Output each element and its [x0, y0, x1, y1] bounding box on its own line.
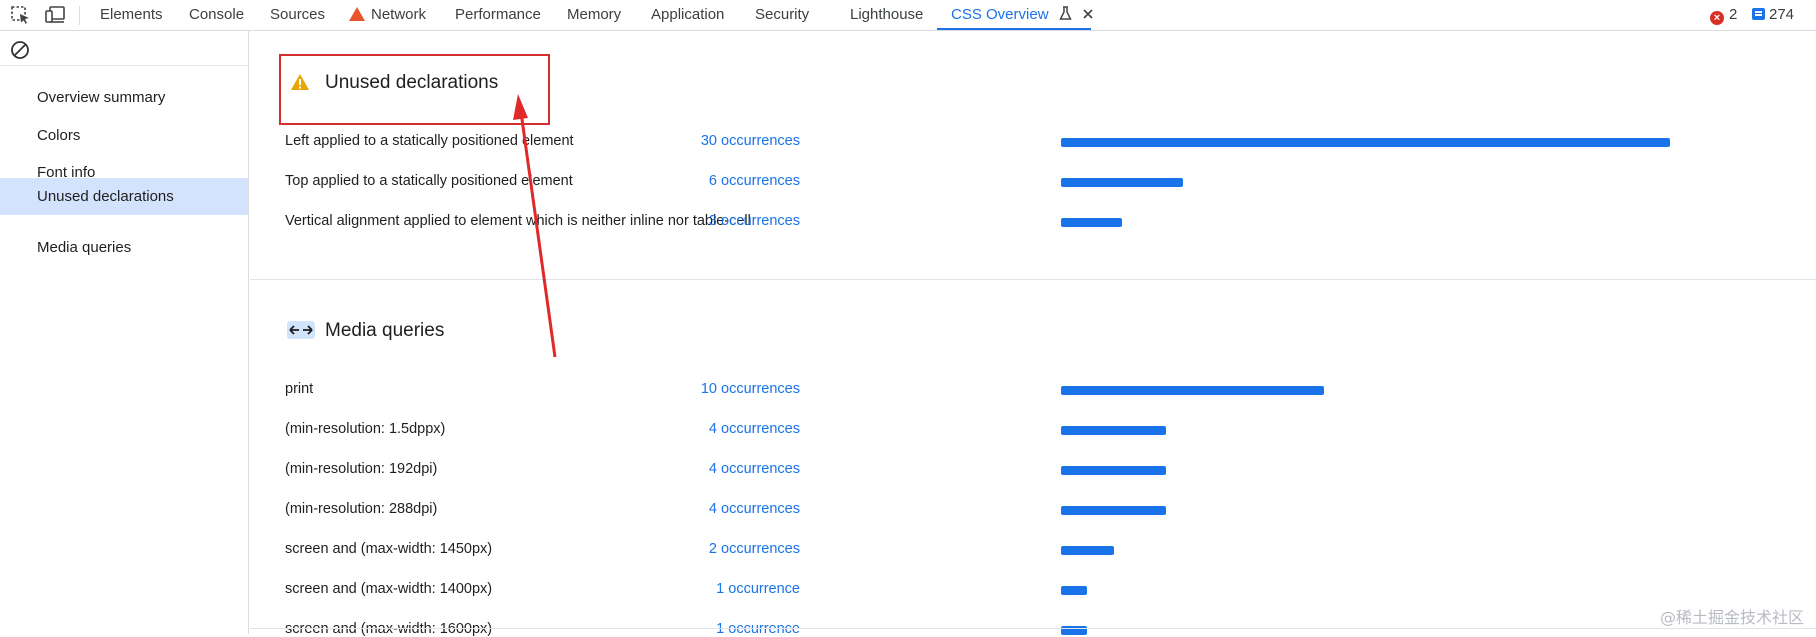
- media-row-bar: [1061, 506, 1166, 515]
- media-row-label: (min-resolution: 1.5dppx): [285, 421, 446, 437]
- media-row-bar: [1061, 546, 1114, 555]
- unused-row-label: Left applied to a statically positioned …: [285, 133, 574, 149]
- media-row-occurrences-link[interactable]: 4 occurrences: [709, 421, 800, 437]
- network-warning-icon: [349, 7, 365, 21]
- experiment-flask-icon: [1058, 6, 1072, 20]
- media-queries-icon: [287, 321, 315, 339]
- annotation-highlight-box: [279, 54, 550, 125]
- tab-application[interactable]: Application: [651, 0, 724, 30]
- media-row-occurrences-link[interactable]: 1 occurrence: [716, 621, 800, 637]
- error-count: 2: [1729, 6, 1738, 23]
- error-icon: ×: [1710, 11, 1724, 25]
- device-toolbar-icon[interactable]: [44, 5, 66, 25]
- inspect-element-icon[interactable]: [10, 5, 32, 25]
- active-tab-indicator: [937, 28, 1091, 30]
- css-overview-sidebar: Overview summary Colors Font info Unused…: [0, 31, 249, 634]
- tab-network-label: Network: [371, 6, 427, 23]
- sidebar-item-media-queries[interactable]: Media queries: [0, 229, 248, 266]
- unused-row-occurrences-link[interactable]: 30 occurrences: [701, 133, 800, 149]
- media-row-bar: [1061, 386, 1324, 395]
- message-count: 274: [1769, 6, 1795, 23]
- message-icon: [1752, 8, 1765, 20]
- tab-security[interactable]: Security: [755, 0, 809, 30]
- media-queries-title: Media queries: [325, 320, 445, 341]
- tab-network[interactable]: Network: [349, 0, 426, 30]
- media-row-label: (min-resolution: 192dpi): [285, 461, 438, 477]
- media-row-label: screen and (max-width: 1450px): [285, 541, 493, 557]
- unused-row-label: Vertical alignment applied to element wh…: [285, 213, 751, 229]
- devtools-tab-bar: Elements Console Sources Network Perform…: [0, 0, 1816, 31]
- clear-overview-icon[interactable]: [9, 39, 31, 61]
- tab-css-overview[interactable]: CSS Overview: [951, 0, 1094, 30]
- media-row-bar: [1061, 426, 1166, 435]
- media-row-occurrences-link[interactable]: 2 occurrences: [709, 541, 800, 557]
- media-row-bar: [1061, 586, 1087, 595]
- media-row-label: screen and (max-width: 1400px): [285, 581, 493, 597]
- media-row-occurrences-link[interactable]: 10 occurrences: [701, 381, 800, 397]
- media-row-occurrences-link[interactable]: 4 occurrences: [709, 461, 800, 477]
- toolbar-divider: [79, 6, 80, 25]
- media-row-occurrences-link[interactable]: 1 occurrence: [716, 581, 800, 597]
- sidebar-item-overview-summary[interactable]: Overview summary: [0, 79, 248, 116]
- sidebar-item-colors[interactable]: Colors: [0, 117, 248, 154]
- media-row-occurrences-link[interactable]: 4 occurrences: [709, 501, 800, 517]
- tab-memory[interactable]: Memory: [567, 0, 621, 30]
- unused-row-bar: [1061, 178, 1183, 187]
- error-counter[interactable]: × 2: [1710, 0, 1737, 30]
- bottom-divider: [250, 628, 1816, 629]
- unused-row-occurrences-link[interactable]: 6 occurrences: [709, 173, 800, 189]
- sidebar-divider: [0, 65, 248, 66]
- media-row-bar: [1061, 466, 1166, 475]
- unused-row-bar: [1061, 138, 1670, 147]
- tab-lighthouse[interactable]: Lighthouse: [850, 0, 923, 30]
- sidebar-item-unused-declarations[interactable]: Unused declarations: [0, 178, 248, 215]
- media-row-label: screen and (max-width: 1600px): [285, 621, 493, 637]
- tab-performance[interactable]: Performance: [455, 0, 541, 30]
- unused-row-bar: [1061, 218, 1122, 227]
- section-divider: [250, 279, 1816, 280]
- media-row-label: print: [285, 381, 314, 397]
- tab-elements[interactable]: Elements: [100, 0, 163, 30]
- watermark: @稀土掘金技术社区: [1659, 608, 1804, 627]
- message-counter[interactable]: 274: [1752, 0, 1794, 30]
- media-row-label: (min-resolution: 288dpi): [285, 501, 438, 517]
- tab-sources[interactable]: Sources: [270, 0, 325, 30]
- unused-row-occurrences-link[interactable]: 3 occurrences: [709, 213, 800, 229]
- close-tab-icon[interactable]: [1082, 8, 1094, 20]
- unused-row-label: Top applied to a statically positioned e…: [285, 173, 573, 189]
- tab-css-overview-label: CSS Overview: [951, 6, 1049, 23]
- tab-console[interactable]: Console: [189, 0, 244, 30]
